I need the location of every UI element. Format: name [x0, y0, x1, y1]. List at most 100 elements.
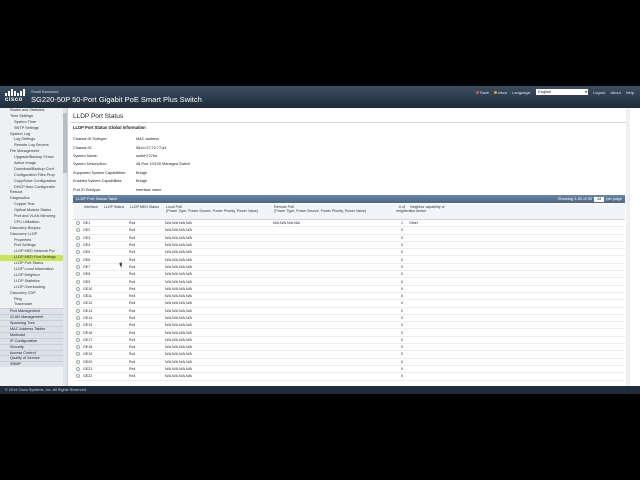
- cell-interface: GE7: [83, 264, 91, 269]
- table-row[interactable]: GE12 Rx4 N/A,N/A,N/A,N/A 0: [73, 300, 625, 308]
- cell-local-poe: N/A,N/A,N/A,N/A: [165, 367, 192, 372]
- table-row[interactable]: GE20 Rx4 N/A,N/A,N/A,N/A 0: [73, 359, 625, 366]
- cell-interface: GE21: [83, 367, 93, 372]
- table-row[interactable]: GE11 Rx4 N/A,N/A,N/A,N/A 0: [73, 293, 625, 301]
- row-radio[interactable]: [76, 337, 80, 342]
- row-select-cell: [73, 352, 83, 357]
- cell-lldp-med-status: Rx4: [129, 279, 136, 284]
- row-radio[interactable]: [76, 330, 80, 335]
- row-radio[interactable]: [76, 286, 80, 291]
- row-radio[interactable]: [76, 359, 80, 364]
- sidebar-scrollbar[interactable]: [63, 108, 67, 386]
- info-row: System Description: 48-Port 10/100 Manage…: [73, 160, 373, 168]
- cell-lldp-med-status: Rx4: [129, 323, 136, 328]
- row-radio[interactable]: [76, 308, 80, 313]
- page-title: LLDP Port Status: [73, 113, 124, 120]
- row-select-cell: [73, 286, 83, 291]
- row-radio[interactable]: [76, 257, 80, 262]
- about-link[interactable]: About: [610, 90, 620, 95]
- row-radio[interactable]: [76, 367, 80, 372]
- table-row[interactable]: GE19 Rx4 N/A,N/A,N/A,N/A 0: [73, 351, 625, 359]
- row-radio[interactable]: [76, 228, 80, 233]
- cell-num-neighbors: 0: [401, 264, 403, 269]
- row-radio[interactable]: [76, 323, 80, 328]
- cell-num-neighbors: 0: [401, 286, 403, 291]
- logout-link[interactable]: Logout: [593, 90, 605, 95]
- cell-num-neighbors: 0: [401, 352, 403, 357]
- row-select-cell: [73, 359, 83, 364]
- table-row[interactable]: GE14 Rx4 N/A,N/A,N/A,N/A 0: [73, 315, 625, 323]
- cell-lldp-med-status: Rx4: [129, 250, 136, 255]
- cisco-logo: cisco: [5, 89, 27, 105]
- cell-interface: GE6: [83, 257, 91, 262]
- table-row[interactable]: GE18 Rx4 N/A,N/A,N/A,N/A 0: [73, 344, 625, 352]
- cell-num-neighbors: 0: [401, 257, 403, 262]
- table-row[interactable]: GE10 Rx4 N/A,N/A,N/A,N/A 0: [73, 286, 625, 293]
- row-select-cell: [73, 323, 83, 328]
- divider: [70, 122, 626, 123]
- row-radio[interactable]: [76, 352, 80, 357]
- table-row[interactable]: GE9 Rx4 N/A,N/A,N/A,N/A 0: [73, 278, 625, 286]
- row-radio[interactable]: [76, 301, 80, 306]
- user-link[interactable]: cisco: [494, 90, 507, 95]
- table-row[interactable]: GE5 Rx4 N/A,N/A,N/A,N/A 0: [73, 249, 625, 257]
- showing-count: Showing 1-50 of 50: [557, 196, 593, 201]
- table-row[interactable]: GE13 Rx4 N/A,N/A,N/A,N/A 0: [73, 308, 625, 315]
- table-row[interactable]: GE17 Rx4 N/A,N/A,N/A,N/A 0: [73, 337, 625, 345]
- row-radio[interactable]: [76, 264, 80, 269]
- table-row[interactable]: GE4 Rx4 N/A,N/A,N/A,N/A 0: [73, 242, 625, 250]
- row-radio[interactable]: [76, 279, 80, 284]
- row-radio[interactable]: [76, 221, 80, 226]
- row-radio[interactable]: [76, 374, 80, 379]
- table-row[interactable]: GE2 Rx4 N/A,N/A,N/A,N/A 0: [73, 227, 625, 235]
- table-row[interactable]: GE3 Rx4 N/A,N/A,N/A,N/A 0: [73, 235, 625, 242]
- info-row: System Name: switch727ba: [73, 152, 373, 160]
- cell-num-neighbors: 0: [401, 250, 403, 255]
- info-row: Chassis ID: 58:bc:27:72:77:a3: [73, 143, 373, 151]
- table-row[interactable]: GE7 Rx4 N/A,N/A,N/A,N/A 0: [73, 264, 625, 272]
- table-row[interactable]: GE22 Rx4 N/A,N/A,N/A,N/A 0: [73, 373, 625, 381]
- row-select-cell: [73, 257, 83, 262]
- language-select[interactable]: English ▾: [536, 89, 589, 95]
- row-radio[interactable]: [76, 250, 80, 255]
- help-link[interactable]: Help: [626, 90, 634, 95]
- scrollbar-thumb[interactable]: [63, 113, 67, 173]
- cell-num-neighbors: 0: [401, 345, 403, 350]
- cell-neighbor-capability: Other: [409, 221, 418, 226]
- info-value: 58:bc:27:72:77:a3: [136, 145, 167, 150]
- cell-local-poe: N/A,N/A,N/A,N/A: [165, 345, 192, 350]
- row-radio[interactable]: [76, 345, 80, 350]
- sidebar-item[interactable]: SNMP: [0, 361, 67, 368]
- per-page-select[interactable]: All: [594, 196, 605, 202]
- cell-lldp-med-status: Rx4: [129, 316, 136, 320]
- chevron-down-icon: ▾: [585, 89, 588, 94]
- lldp-port-status-table: Interface LLDP Status LLDP MED Status Lo…: [73, 204, 625, 381]
- row-radio[interactable]: [76, 272, 80, 277]
- table-row[interactable]: GE21 Rx4 N/A,N/A,N/A,N/A 0: [73, 366, 625, 374]
- cell-interface: GE2: [83, 228, 91, 233]
- content-scrollbar[interactable]: [626, 108, 630, 386]
- cell-num-neighbors: 0: [401, 279, 403, 284]
- table-row[interactable]: GE8 Rx4 N/A,N/A,N/A,N/A 0: [73, 271, 625, 279]
- table-row[interactable]: GE6 Rx4 N/A,N/A,N/A,N/A 0: [73, 256, 625, 264]
- row-select-cell: [73, 272, 83, 277]
- row-radio[interactable]: [76, 316, 80, 320]
- footer: © 2014 Cisco Systems, Inc. All Rights Re…: [0, 386, 640, 394]
- cell-num-neighbors: 0: [401, 359, 403, 364]
- cell-interface: GE17: [83, 337, 93, 342]
- per-page-label: per page: [606, 196, 622, 201]
- row-radio[interactable]: [76, 235, 80, 240]
- row-radio[interactable]: [76, 294, 80, 299]
- row-select-cell: [73, 345, 83, 350]
- table-row[interactable]: GE15 Rx4 N/A,N/A,N/A,N/A 0: [73, 322, 625, 330]
- sidebar-list: Status and Statistics Time Settings System…: [0, 108, 67, 368]
- save-link[interactable]: Save: [475, 90, 489, 95]
- top-nav: Save cisco Language: English ▾ Logout Abo…: [475, 89, 634, 95]
- table-row[interactable]: GE1 Rx4 N/A,N/A,N/A,N/A N/A,N/A,N/A,N/A 1 Oth…: [73, 220, 625, 228]
- table-row[interactable]: GE16 Rx4 N/A,N/A,N/A,N/A 0: [73, 329, 625, 337]
- table-body: GE1 Rx4 N/A,N/A,N/A,N/A N/A,N/A,N/A,N/A 1 Oth…: [73, 220, 625, 381]
- cell-num-neighbors: 0: [401, 330, 403, 335]
- cell-lldp-med-status: Rx4: [129, 308, 136, 313]
- row-radio[interactable]: [76, 243, 80, 248]
- info-key: System Name:: [73, 153, 98, 158]
